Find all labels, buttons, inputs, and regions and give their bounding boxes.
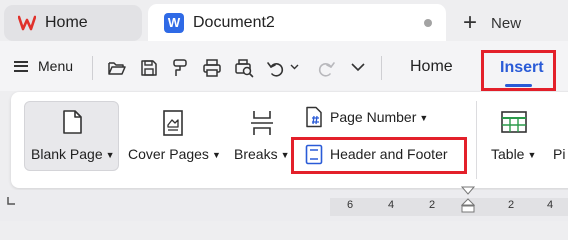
save-icon[interactable]: [139, 58, 159, 78]
dropdown-caret-icon[interactable]: ▼: [212, 150, 221, 160]
ribbon-tab-home[interactable]: Home: [410, 58, 453, 76]
picture-label-partial[interactable]: Pi: [553, 146, 565, 162]
tab-home[interactable]: Home: [4, 5, 142, 41]
print-icon[interactable]: [202, 58, 222, 78]
dropdown-caret-icon[interactable]: ▼: [419, 113, 428, 123]
word-document-icon: W: [164, 12, 184, 33]
hamburger-icon: [14, 60, 28, 72]
blank-page-label: Blank Page ▼: [31, 146, 115, 162]
menu-button[interactable]: Menu: [14, 58, 73, 74]
dropdown-caret-icon[interactable]: ▼: [106, 150, 115, 160]
dropdown-caret-icon[interactable]: ▼: [281, 150, 290, 160]
plus-icon: +: [463, 9, 478, 36]
tab-stop-selector-icon[interactable]: [6, 196, 16, 206]
active-tab-indicator: [505, 84, 532, 87]
ribbon-tab-insert[interactable]: Insert: [500, 59, 544, 77]
horizontal-ruler[interactable]: [330, 198, 568, 216]
tab-home-label: Home: [45, 14, 88, 31]
blank-page-icon: [63, 110, 82, 134]
ribbon-divider: [476, 101, 477, 179]
cover-pages-label[interactable]: Cover Pages ▼: [128, 146, 221, 162]
redo-icon[interactable]: [316, 58, 336, 78]
open-folder-icon[interactable]: [107, 58, 127, 78]
undo-icon[interactable]: [266, 58, 286, 78]
new-tab-button[interactable]: + New: [463, 10, 521, 36]
indent-marker-icon[interactable]: [461, 186, 475, 221]
undo-dropdown-icon[interactable]: [290, 64, 299, 70]
ruler-number: 6: [347, 199, 354, 211]
tab-document[interactable]: W Document2: [148, 4, 446, 41]
print-preview-icon[interactable]: [234, 58, 254, 78]
toolbar-divider: [381, 56, 382, 80]
wps-logo-icon: [18, 15, 36, 31]
menu-label: Menu: [38, 58, 74, 74]
table-icon[interactable]: [500, 110, 528, 134]
more-chevron-icon[interactable]: [351, 63, 365, 72]
new-tab-label: New: [491, 14, 522, 32]
ruler-number: 4: [547, 199, 554, 211]
page-number-icon[interactable]: [305, 106, 323, 128]
page-number-label[interactable]: Page Number ▼: [330, 109, 428, 125]
unsaved-indicator-icon[interactable]: [424, 19, 432, 27]
toolbar-divider: [92, 56, 93, 80]
table-label[interactable]: Table ▼: [491, 146, 536, 162]
ruler-number: 2: [429, 199, 436, 211]
tab-document-label: Document2: [193, 13, 275, 31]
breaks-icon[interactable]: [249, 109, 275, 137]
format-painter-icon[interactable]: [170, 58, 190, 78]
breaks-label[interactable]: Breaks ▼: [234, 146, 290, 162]
ruler-number: 2: [508, 199, 515, 211]
dropdown-caret-icon[interactable]: ▼: [527, 150, 536, 160]
cover-pages-icon[interactable]: [161, 109, 185, 137]
ruler-number: 4: [388, 199, 395, 211]
header-footer-highlight: [291, 137, 467, 174]
